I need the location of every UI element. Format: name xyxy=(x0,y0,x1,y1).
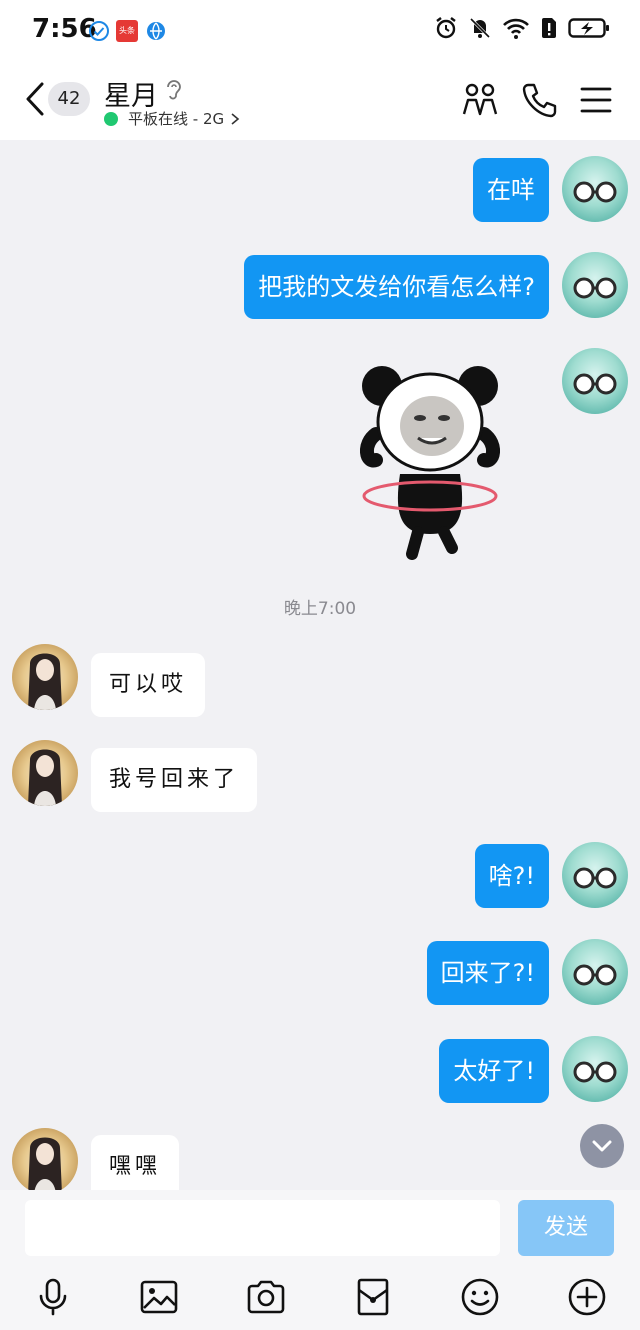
bottom-toolbar xyxy=(0,1264,640,1330)
my-avatar[interactable] xyxy=(562,348,628,414)
girl-avatar-icon xyxy=(28,1137,62,1190)
message-bubble-out[interactable]: 回来了?! xyxy=(426,941,549,1005)
contact-avatar[interactable] xyxy=(12,644,78,710)
menu-icon[interactable] xyxy=(576,80,616,120)
people-icon[interactable] xyxy=(460,80,500,120)
message-bubble-out[interactable]: 把我的文发给你看怎么样? xyxy=(244,255,549,319)
wifi-icon xyxy=(503,18,529,39)
glasses-avatar-icon xyxy=(573,964,617,986)
shield-check-icon xyxy=(89,21,109,41)
sim-alert-icon xyxy=(542,18,556,38)
unread-count-badge[interactable]: 42 xyxy=(48,82,90,116)
glasses-avatar-icon xyxy=(573,181,617,203)
microphone-icon[interactable] xyxy=(32,1276,74,1318)
online-status-text: 平板在线 - 2G xyxy=(128,110,225,128)
panda-sticker-icon[interactable] xyxy=(360,364,500,560)
chevron-down-icon xyxy=(592,1140,612,1152)
message-bubble-out[interactable]: 啥?! xyxy=(474,844,549,908)
composer: 发送 xyxy=(0,1190,640,1264)
message-list[interactable]: 在咩 把我的文发给你看怎么样? 晚上7:00 可以哎 我号回来了 啥?! 回来了… xyxy=(0,140,640,1190)
emoji-icon[interactable] xyxy=(459,1276,501,1318)
status-bar: 7:56 头条 xyxy=(0,0,640,60)
message-bubble-out[interactable]: 在咩 xyxy=(473,158,549,222)
status-time: 7:56 xyxy=(32,14,97,44)
my-avatar[interactable] xyxy=(562,1036,628,1102)
online-status[interactable]: 平板在线 - 2G xyxy=(104,108,242,129)
glasses-avatar-icon xyxy=(573,277,617,299)
camera-icon[interactable] xyxy=(245,1276,287,1318)
my-avatar[interactable] xyxy=(562,252,628,318)
timestamp: 晚上7:00 xyxy=(283,599,357,619)
message-bubble-in[interactable]: 我号回来了 xyxy=(91,748,258,812)
glasses-avatar-icon xyxy=(573,867,617,889)
news-app-icon: 头条 xyxy=(116,20,138,42)
chevron-right-icon xyxy=(231,112,240,125)
chat-header: 42 星月 平板在线 - 2G xyxy=(0,60,640,140)
image-icon[interactable] xyxy=(138,1276,180,1318)
status-icons xyxy=(434,16,610,40)
glasses-avatar-icon xyxy=(573,373,617,395)
mute-icon xyxy=(469,17,491,39)
online-dot xyxy=(104,111,118,126)
red-packet-icon[interactable] xyxy=(352,1276,394,1318)
contact-avatar[interactable] xyxy=(12,740,78,806)
message-bubble-in[interactable]: 可以哎 xyxy=(91,653,206,717)
phone-icon[interactable] xyxy=(520,80,560,120)
girl-avatar-icon xyxy=(28,749,62,806)
back-chevron-icon xyxy=(26,82,44,116)
my-avatar[interactable] xyxy=(562,156,628,222)
scroll-to-bottom-button[interactable] xyxy=(580,1124,624,1168)
contact-avatar[interactable] xyxy=(12,1128,78,1190)
send-button[interactable]: 发送 xyxy=(518,1200,614,1256)
add-icon[interactable] xyxy=(566,1276,608,1318)
battery-charging-icon xyxy=(568,18,609,38)
glasses-avatar-icon xyxy=(573,1061,617,1083)
message-input[interactable] xyxy=(25,1200,500,1256)
alarm-icon xyxy=(436,17,456,39)
my-avatar[interactable] xyxy=(562,842,628,908)
message-bubble-out[interactable]: 太好了! xyxy=(439,1039,549,1103)
my-avatar[interactable] xyxy=(562,939,628,1005)
message-bubble-in[interactable]: 嘿嘿 xyxy=(91,1135,180,1190)
browser-icon xyxy=(147,22,165,40)
girl-avatar-icon xyxy=(28,653,62,710)
ear-icon[interactable] xyxy=(164,78,182,102)
